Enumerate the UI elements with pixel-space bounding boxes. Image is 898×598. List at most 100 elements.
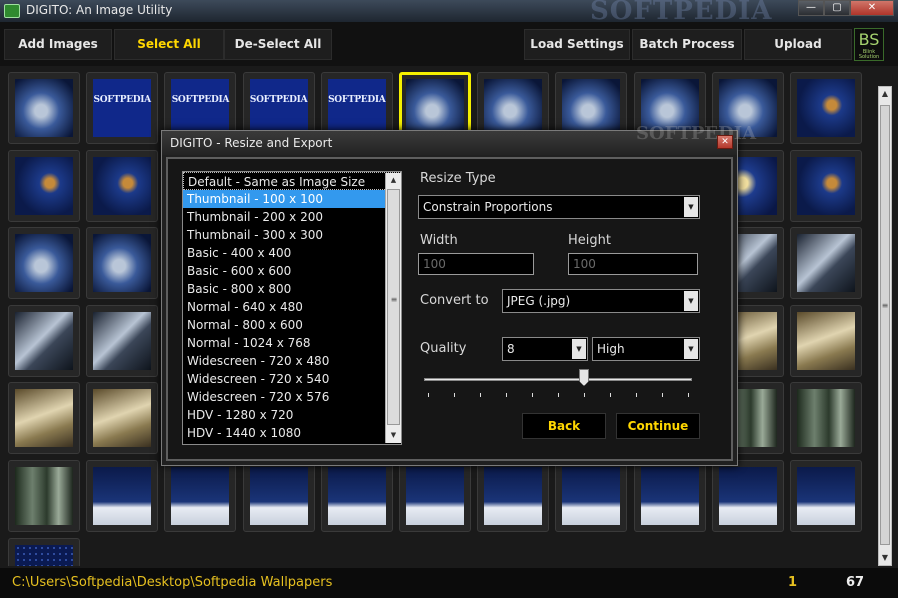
thumbnail[interactable]	[555, 460, 628, 532]
bs-logo: BS Blink Solution	[854, 28, 884, 61]
thumbnail[interactable]	[790, 72, 862, 144]
thumbnail[interactable]	[86, 382, 159, 455]
window-controls: — ▢ ✕	[798, 0, 894, 16]
thumbnail[interactable]	[790, 382, 862, 455]
preset-item[interactable]: Widescreen - 720 x 576	[183, 388, 401, 406]
scrollbar-thumb[interactable]: ≡	[880, 105, 890, 545]
thumbnail-image	[93, 156, 152, 215]
resize-type-dropdown[interactable]: Constrain Proportions ▼	[418, 195, 700, 219]
dialog-close-button[interactable]: ✕	[717, 135, 733, 149]
preset-item[interactable]: Thumbnail - 300 x 300	[183, 226, 401, 244]
preset-item[interactable]: Normal - 640 x 480	[183, 298, 401, 316]
slider-tick	[584, 393, 585, 397]
select-all-button[interactable]: Select All	[114, 29, 224, 60]
total-count: 67	[846, 575, 865, 590]
width-field[interactable]: 100	[418, 253, 534, 275]
thumbnail[interactable]	[320, 460, 393, 532]
thumbnail[interactable]	[86, 460, 159, 532]
preset-listbox[interactable]: Default - Same as Image Size Thumbnail - …	[182, 171, 402, 445]
preset-item[interactable]: Widescreen - 720 x 480	[183, 352, 401, 370]
preset-item[interactable]: Basic - 600 x 600	[183, 262, 401, 280]
maximize-button[interactable]: ▢	[824, 0, 850, 16]
thumbnail[interactable]	[790, 460, 862, 532]
list-scroll-thumb[interactable]: ≡	[387, 189, 400, 425]
thumbnail[interactable]	[8, 304, 80, 377]
back-button[interactable]: Back	[522, 413, 606, 439]
scroll-down-arrow-icon[interactable]: ▼	[879, 551, 891, 565]
thumbnail[interactable]	[790, 227, 862, 300]
thumbnail[interactable]	[477, 460, 550, 532]
slider-track	[424, 378, 692, 381]
thumbnail[interactable]	[86, 304, 159, 377]
preset-item[interactable]: Basic - 800 x 800	[183, 280, 401, 298]
thumbnail-image	[797, 79, 855, 137]
quality-number-dropdown[interactable]: 8 ▼	[502, 337, 588, 361]
app-icon	[4, 4, 20, 18]
thumbnail[interactable]	[8, 149, 80, 222]
preset-scrollbar[interactable]: ▲ ≡ ▼	[385, 173, 401, 443]
height-field[interactable]: 100	[568, 253, 698, 275]
quality-level-dropdown[interactable]: High ▼	[592, 337, 700, 361]
thumbnail[interactable]: SOFTPEDIA	[86, 72, 159, 144]
thumbnail[interactable]	[242, 460, 315, 532]
quality-level-value: High	[597, 342, 625, 356]
preset-item[interactable]: HDV - 1440 x 1080	[183, 424, 401, 442]
thumbnail[interactable]	[790, 304, 862, 377]
resize-export-dialog: DIGITO - Resize and Export SOFTPEDIA ✕ D…	[161, 123, 756, 466]
minimize-button[interactable]: —	[798, 0, 824, 16]
preset-item[interactable]: Normal - 800 x 600	[183, 316, 401, 334]
upload-button[interactable]: Upload	[744, 29, 852, 60]
thumbnail[interactable]	[86, 149, 159, 222]
preset-item[interactable]: Thumbnail - 200 x 200	[183, 208, 401, 226]
slider-knob[interactable]	[579, 369, 589, 386]
thumbnail[interactable]	[8, 382, 80, 455]
thumbnail[interactable]	[711, 460, 784, 532]
quality-slider[interactable]	[424, 369, 692, 399]
preset-item[interactable]: Normal - 1024 x 768	[183, 334, 401, 352]
thumbnail-image	[797, 156, 855, 215]
close-button[interactable]: ✕	[850, 0, 894, 16]
list-scroll-down-icon[interactable]: ▼	[386, 428, 401, 442]
logo-text: BS	[858, 30, 880, 49]
resize-type-value: Constrain Proportions	[423, 200, 553, 214]
thumbnail[interactable]	[164, 460, 237, 532]
chevron-down-icon: ▼	[684, 291, 698, 311]
continue-button[interactable]: Continue	[616, 413, 700, 439]
chevron-down-icon: ▼	[684, 339, 698, 359]
thumbnail-image	[797, 311, 855, 370]
thumbnail-image	[15, 544, 73, 566]
thumbnail-image	[93, 389, 152, 448]
thumbnail[interactable]	[633, 460, 706, 532]
preset-item[interactable]: HDV - 1280 x 720	[183, 406, 401, 424]
thumbnail-image	[797, 389, 855, 448]
load-settings-button[interactable]: Load Settings	[524, 29, 630, 60]
thumbnail-image	[562, 467, 621, 525]
grid-scrollbar[interactable]: ▲ ≡ ▼	[878, 86, 892, 566]
thumbnail-image	[93, 234, 152, 293]
thumbnail[interactable]	[8, 537, 80, 566]
deselect-all-button[interactable]: De-Select All	[224, 29, 332, 60]
thumbnail[interactable]	[8, 227, 80, 300]
preset-item[interactable]: Widescreen - 720 x 540	[183, 370, 401, 388]
thumbnail-image	[15, 234, 73, 293]
preset-item[interactable]: Basic - 400 x 400	[183, 244, 401, 262]
slider-tick	[532, 393, 533, 397]
thumbnail-image	[718, 467, 777, 525]
thumbnail[interactable]	[790, 149, 862, 222]
batch-process-button[interactable]: Batch Process	[632, 29, 742, 60]
thumbnail-image	[15, 311, 73, 370]
preset-item[interactable]: Default - Same as Image Size	[183, 172, 401, 190]
thumbnail[interactable]	[8, 460, 80, 532]
thumbnail-image: SOFTPEDIA	[93, 79, 152, 137]
scroll-up-arrow-icon[interactable]: ▲	[879, 87, 891, 101]
slider-tick	[688, 393, 689, 397]
slider-tick	[558, 393, 559, 397]
thumbnail[interactable]	[399, 460, 471, 532]
thumbnail[interactable]	[86, 227, 159, 300]
convert-format-dropdown[interactable]: JPEG (.jpg) ▼	[502, 289, 700, 313]
preset-item[interactable]: Thumbnail - 100 x 100	[183, 190, 401, 208]
add-images-button[interactable]: Add Images	[4, 29, 112, 60]
thumbnail[interactable]	[8, 72, 80, 144]
dialog-title: DIGITO - Resize and Export	[170, 136, 333, 150]
list-scroll-up-icon[interactable]: ▲	[386, 173, 401, 187]
